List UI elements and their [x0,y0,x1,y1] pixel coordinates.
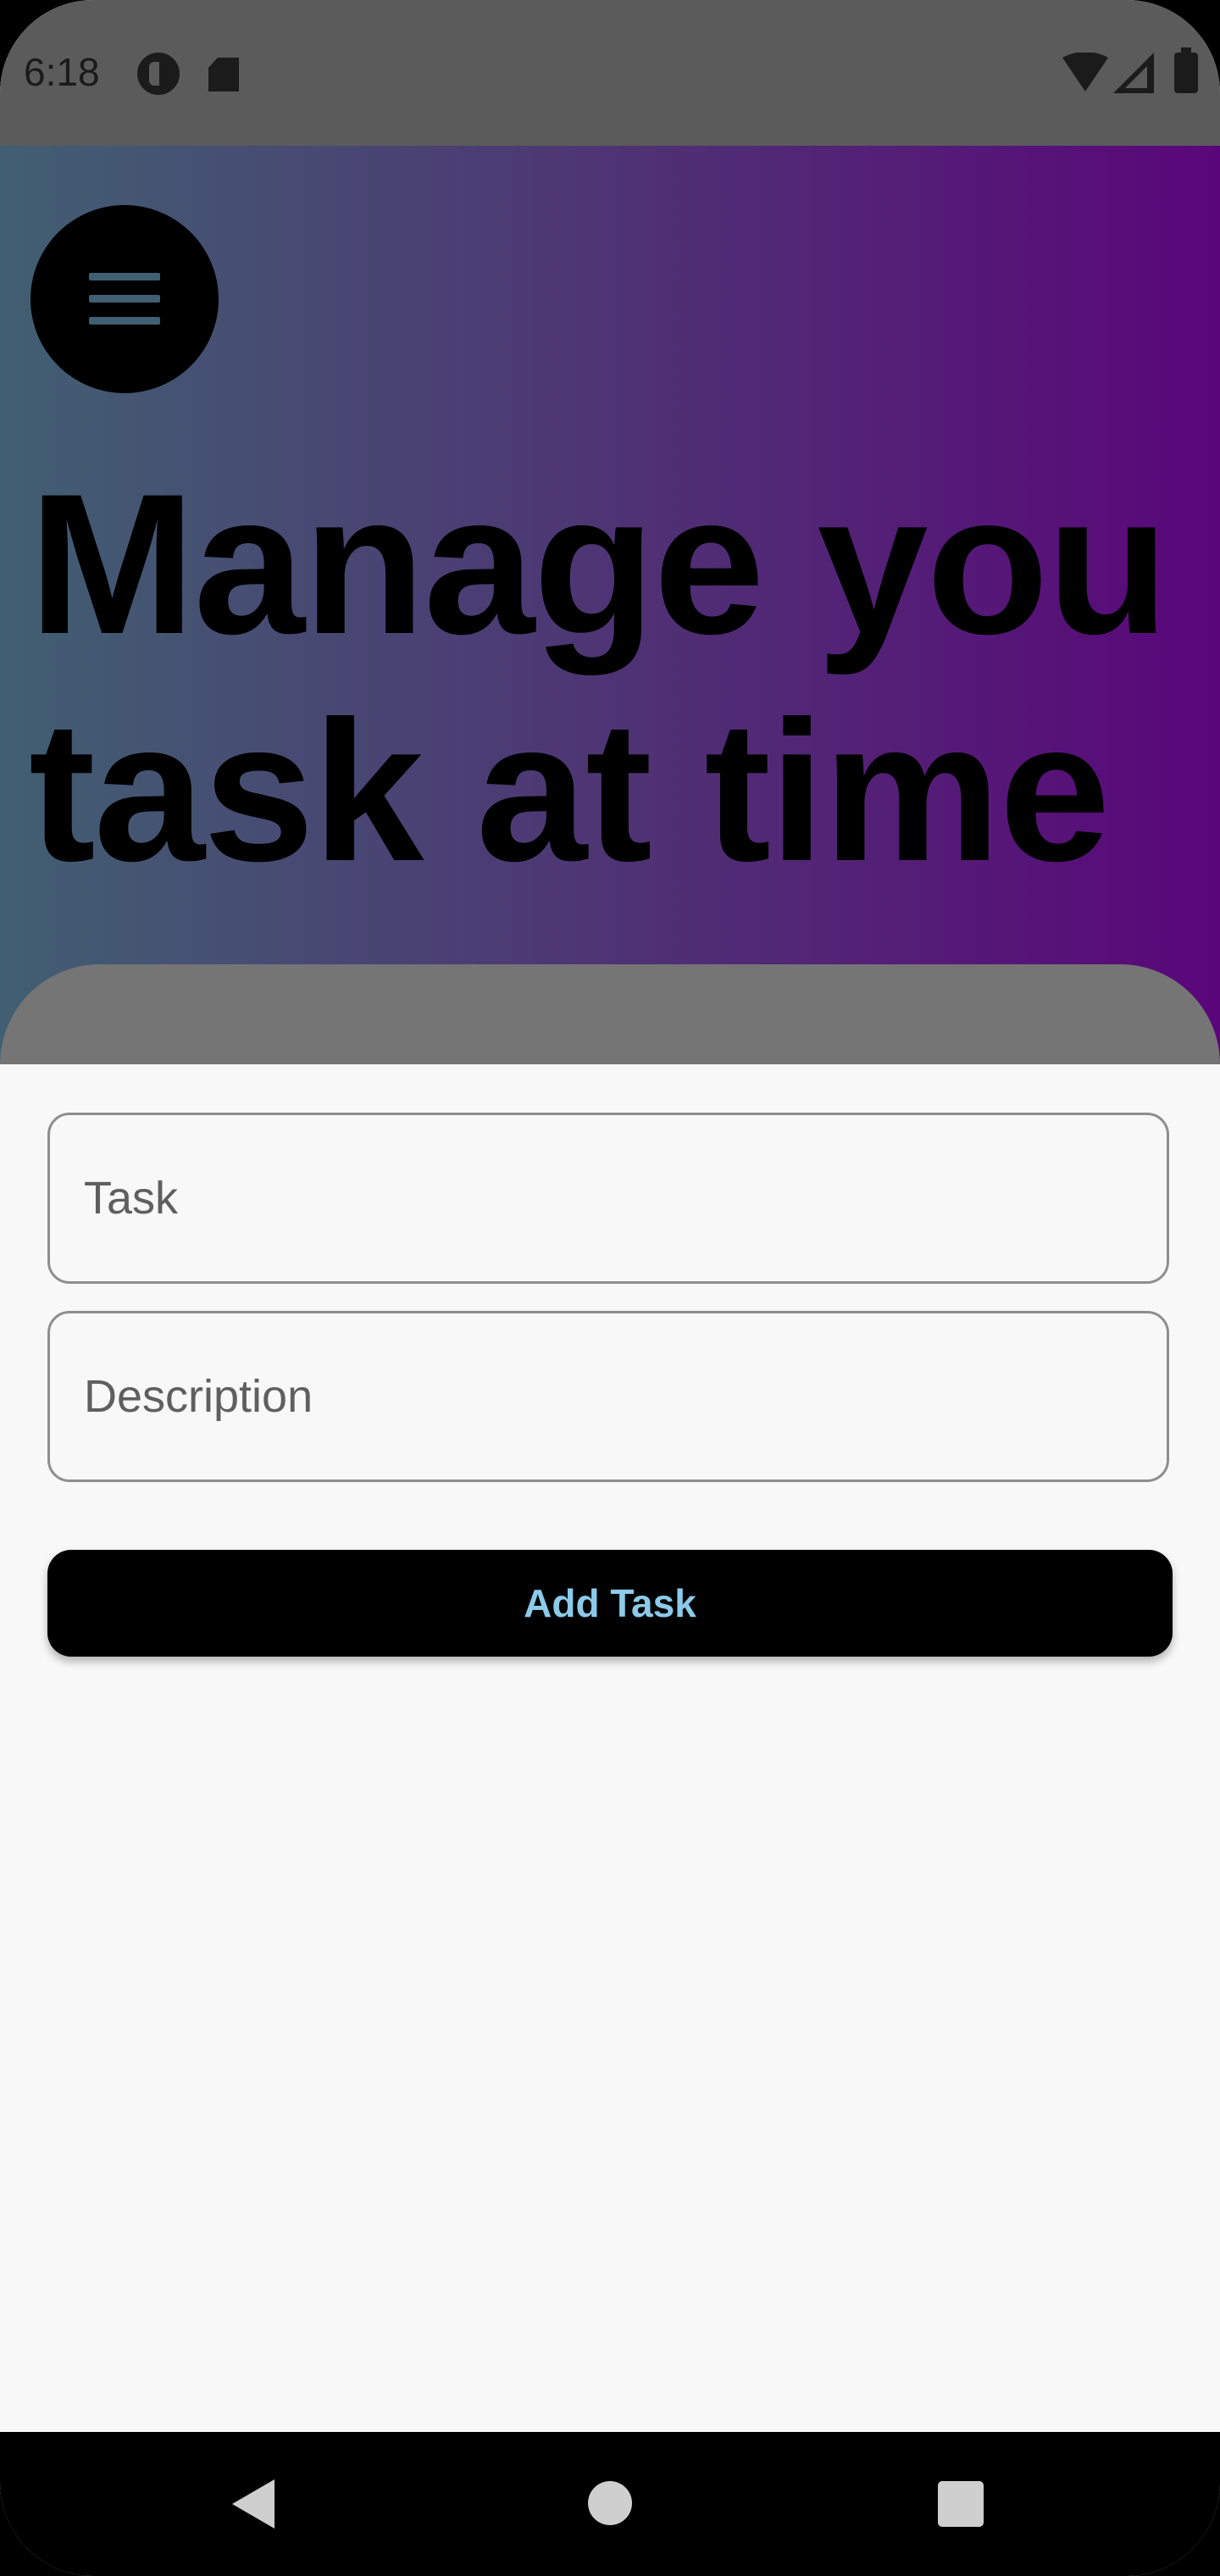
sheet-top-edge [0,964,1220,1064]
app-notification-icon [137,53,180,95]
home-icon[interactable] [588,2481,632,2525]
battery-icon [1174,47,1198,93]
status-bar: 6:18 [0,0,1220,146]
app-screen: 6:18 Manage you task at time Add Task [0,0,1220,2576]
cell-signal-icon [1113,53,1154,93]
wifi-icon [1062,53,1108,92]
page-title: Manage you task at time [29,452,1169,903]
menu-button[interactable] [30,205,219,393]
navigation-bar [0,2432,1220,2576]
add-task-button[interactable]: Add Task [47,1550,1173,1657]
back-icon[interactable] [232,2479,274,2529]
sd-card-icon [208,58,239,92]
description-input[interactable] [47,1311,1169,1482]
status-time: 6:18 [24,50,100,94]
hero-header: Manage you task at time [0,146,1220,1064]
recents-icon[interactable] [938,2481,984,2527]
task-input[interactable] [47,1113,1169,1284]
